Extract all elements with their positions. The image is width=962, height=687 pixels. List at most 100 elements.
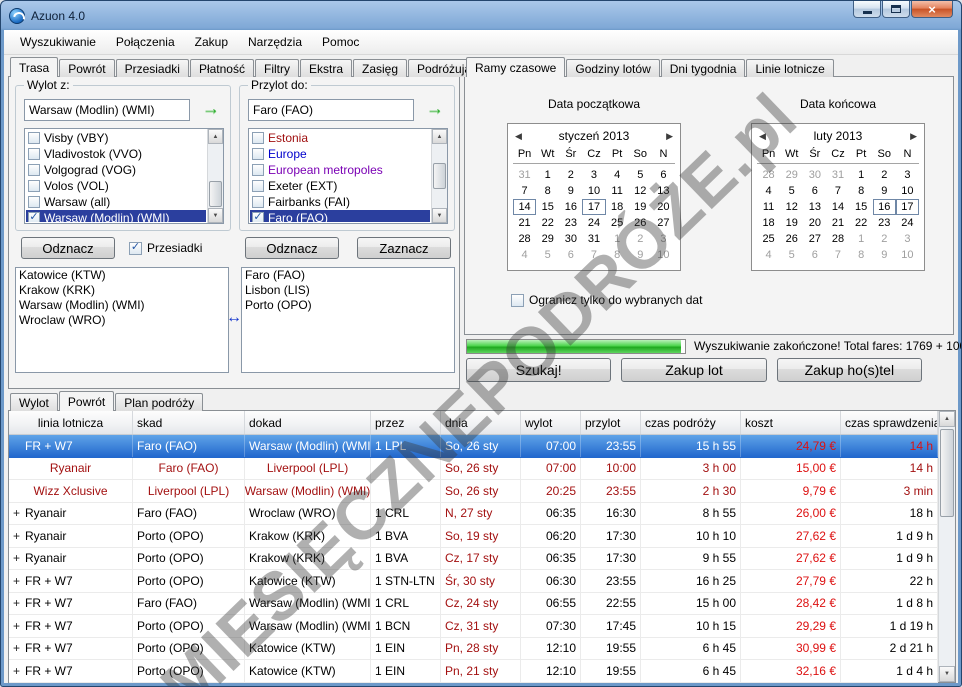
scroll-down-icon[interactable]: ▼ — [939, 666, 955, 682]
calendar-day[interactable]: 31 — [513, 167, 536, 183]
tab-plan-podr-y[interactable]: Plan podróży — [115, 393, 204, 411]
expand-icon[interactable]: + — [13, 619, 25, 633]
calendar-day[interactable]: 7 — [826, 247, 849, 263]
calendar-day[interactable]: 17 — [582, 199, 605, 215]
calendar-day[interactable]: 4 — [513, 247, 536, 263]
calendar-day[interactable]: 15 — [536, 199, 559, 215]
calendar-day[interactable]: 5 — [536, 247, 559, 263]
column-header-przylot[interactable]: przylot — [581, 411, 641, 434]
flight-row[interactable]: + FR + W7 Porto (OPO) Katowice (KTW) 1 EIN Pn… — [9, 637, 938, 660]
menu-po-czenia[interactable]: Połączenia — [106, 31, 185, 53]
calendar-day[interactable]: 20 — [803, 215, 826, 231]
calendar-day[interactable]: 5 — [780, 183, 803, 199]
calendar-day[interactable]: 28 — [826, 231, 849, 247]
maximize-button[interactable] — [882, 1, 910, 18]
calendar-day[interactable]: 8 — [536, 183, 559, 199]
calendar-day[interactable]: 20 — [652, 199, 675, 215]
calendar-day[interactable]: 9 — [873, 247, 896, 263]
tab-dni-tygodnia[interactable]: Dni tygodnia — [660, 59, 746, 77]
arrival-airport-option[interactable]: ✓ Faro (FAO) — [250, 210, 430, 222]
calendar-day[interactable]: 26 — [780, 231, 803, 247]
calendar-day[interactable]: 6 — [803, 183, 826, 199]
calendar-day[interactable]: 10 — [896, 183, 919, 199]
arrival-input[interactable] — [248, 99, 414, 121]
expand-icon[interactable]: + — [13, 506, 25, 520]
calendar-day[interactable]: 19 — [780, 215, 803, 231]
calendar-day[interactable]: 2 — [559, 167, 582, 183]
calendar-day[interactable]: 8 — [606, 247, 629, 263]
expand-icon[interactable]: + — [13, 596, 25, 610]
flight-row[interactable]: + Ryanair Porto (OPO) Krakow (KRK) 1 BVA Cz, … — [9, 547, 938, 570]
calendar-day[interactable]: 9 — [559, 183, 582, 199]
arrival-go-icon[interactable]: → — [426, 98, 444, 119]
checkbox-icon[interactable] — [28, 180, 40, 192]
calendar-day[interactable]: 6 — [559, 247, 582, 263]
tab-p-atno[interactable]: Płatność — [189, 59, 254, 77]
calendar-day[interactable]: 11 — [606, 183, 629, 199]
departure-list-scrollbar[interactable]: ▲ ▼ — [207, 129, 223, 223]
calendar-day[interactable]: 28 — [513, 231, 536, 247]
arrival-airport-option[interactable]: European metropoles — [250, 162, 430, 178]
calendar-day[interactable]: 14 — [826, 199, 849, 215]
scroll-up-icon[interactable]: ▲ — [208, 129, 223, 144]
calendar-day[interactable]: 19 — [629, 199, 652, 215]
departure-airport-option[interactable]: Warsaw (all) — [26, 194, 206, 210]
calendar-day[interactable]: 1 — [850, 167, 873, 183]
column-header-wylot[interactable]: wylot — [521, 411, 581, 434]
tab-filtry[interactable]: Filtry — [254, 59, 299, 77]
calendar-day[interactable]: 3 — [896, 167, 919, 183]
calendar-day[interactable]: 21 — [826, 215, 849, 231]
checkbox-icon[interactable] — [252, 164, 264, 176]
expand-icon[interactable]: + — [13, 664, 25, 678]
search-button[interactable]: Szukaj! — [466, 358, 612, 382]
next-month-icon[interactable]: ▶ — [910, 131, 917, 142]
menu-pomoc[interactable]: Pomoc — [312, 31, 369, 53]
calendar-day[interactable]: 9 — [873, 183, 896, 199]
tab-trasa[interactable]: Trasa — [10, 57, 59, 77]
arrival-selected-item[interactable]: Lisbon (LIS) — [242, 283, 454, 298]
column-header-linia-lotnicza[interactable]: linia lotnicza — [9, 411, 133, 434]
column-header-koszt[interactable]: koszt — [741, 411, 841, 434]
flight-row[interactable]: + FR + W7 Porto (OPO) Katowice (KTW) 1 EIN Pn… — [9, 660, 938, 683]
expand-icon[interactable]: + — [13, 529, 25, 543]
calendar-day[interactable]: 16 — [873, 199, 896, 215]
tab-powr-t[interactable]: Powrót — [58, 391, 115, 411]
calendar-day[interactable]: 3 — [582, 167, 605, 183]
deselect-arrivals-button[interactable]: Odznacz — [245, 237, 339, 259]
calendar-day[interactable]: 13 — [803, 199, 826, 215]
deselect-departures-button[interactable]: Odznacz — [21, 237, 115, 259]
calendar-day[interactable]: 24 — [896, 215, 919, 231]
column-header-dnia[interactable]: dnia — [441, 411, 521, 434]
calendar-day[interactable]: 17 — [896, 199, 919, 215]
calendar-day[interactable]: 27 — [652, 215, 675, 231]
calendar-day[interactable]: 9 — [629, 247, 652, 263]
flight-row[interactable]: + FR + W7 Faro (FAO) Warsaw (Modlin) (WMI) 1… — [9, 592, 938, 615]
menu-narz-dzia[interactable]: Narzędzia — [238, 31, 312, 53]
arrival-selected-item[interactable]: Porto (OPO) — [242, 298, 454, 313]
calendar-day[interactable]: 6 — [652, 167, 675, 183]
arrival-selected-item[interactable]: Faro (FAO) — [242, 268, 454, 283]
calendar-day[interactable]: 22 — [536, 215, 559, 231]
column-header-dokad[interactable]: dokad — [245, 411, 371, 434]
calendar-day[interactable]: 22 — [850, 215, 873, 231]
calendar-day[interactable]: 4 — [606, 167, 629, 183]
departure-input[interactable] — [24, 99, 190, 121]
scroll-thumb[interactable] — [433, 163, 446, 189]
prev-month-icon[interactable]: ◀ — [759, 131, 766, 142]
arrival-list-scrollbar[interactable]: ▲ ▼ — [431, 129, 447, 223]
prev-month-icon[interactable]: ◀ — [515, 131, 522, 142]
flight-leg-row[interactable]: Ryanair Faro (FAO) Liverpool (LPL) So, 26 s… — [9, 457, 938, 480]
calendar-day[interactable]: 3 — [896, 231, 919, 247]
calendar-day[interactable]: 10 — [896, 247, 919, 263]
calendar-day[interactable]: 4 — [757, 247, 780, 263]
calendar-day[interactable]: 12 — [780, 199, 803, 215]
calendar-day[interactable]: 8 — [850, 247, 873, 263]
calendar-day[interactable]: 21 — [513, 215, 536, 231]
calendar-day[interactable]: 23 — [873, 215, 896, 231]
flight-row[interactable]: + FR + W7 Porto (OPO) Katowice (KTW) 1 STN-L… — [9, 570, 938, 593]
tab-ramy-czasowe[interactable]: Ramy czasowe — [466, 57, 566, 77]
calendar-day[interactable]: 4 — [757, 183, 780, 199]
close-button[interactable]: × — [911, 1, 953, 18]
arrival-airport-option[interactable]: Fairbanks (FAI) — [250, 194, 430, 210]
calendar-day[interactable]: 7 — [513, 183, 536, 199]
